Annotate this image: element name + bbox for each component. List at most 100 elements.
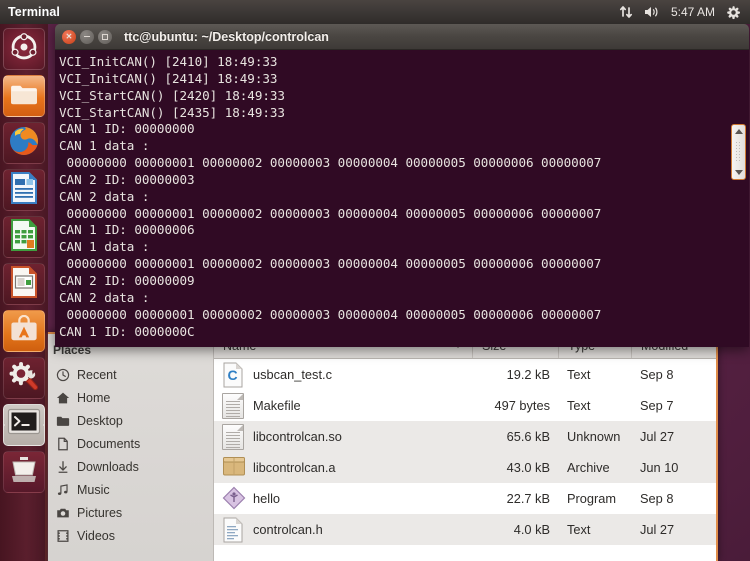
file-name: Makefile [253, 398, 301, 413]
sidebar-item-videos[interactable]: Videos [47, 524, 213, 547]
file-name-cell: libcontrolcan.a [214, 452, 473, 483]
table-row[interactable]: libcontrolcan.so 65.6 kB Unknown Jul 27 [214, 421, 716, 452]
launcher-item-firefox[interactable] [3, 122, 45, 164]
sidebar-item-label: Documents [77, 436, 141, 451]
camera-icon [55, 505, 70, 520]
top-panel: Terminal 5:47 AM [0, 0, 750, 24]
terminal-prompt-icon [7, 408, 41, 443]
terminal-title: ttc@ubuntu: ~/Desktop/controlcan [124, 29, 329, 44]
file-name: libcontrolcan.so [253, 429, 342, 444]
sidebar-item-label: Music [77, 482, 110, 497]
minimize-button[interactable] [80, 29, 94, 44]
sidebar-item-downloads[interactable]: Downloads [47, 455, 213, 478]
close-button[interactable]: ✕ [62, 29, 76, 44]
table-row[interactable]: controlcan.h 4.0 kB Text Jul 27 [214, 514, 716, 545]
home-icon [55, 390, 70, 405]
sidebar-item-documents[interactable]: Documents [47, 432, 213, 455]
file-name-cell: Makefile [214, 390, 473, 421]
terminal-output: VCI_InitCAN() [2410] 18:49:33 VCI_InitCA… [59, 54, 602, 339]
svg-text:C: C [227, 367, 237, 383]
sidebar-item-label: Desktop [77, 413, 123, 428]
scrollbar-thumb[interactable] [731, 124, 746, 180]
archive-box-icon [222, 455, 245, 481]
music-note-icon [55, 482, 70, 497]
file-size: 65.6 kB [506, 429, 550, 444]
table-row[interactable]: Makefile 497 bytes Text Sep 7 [214, 390, 716, 421]
file-manager-window: Places Recent Home Desktop Documents Dow… [45, 332, 718, 561]
file-name-cell: hello [214, 483, 473, 514]
terminal-scrollbar[interactable] [731, 50, 746, 347]
launcher-item-system-settings[interactable] [3, 357, 45, 399]
launcher-item-terminal[interactable] [3, 404, 45, 446]
ubuntu-logo-icon [10, 32, 38, 66]
file-type: Text [567, 522, 591, 537]
table-row[interactable]: libcontrolcan.a 43.0 kB Archive Jun 10 [214, 452, 716, 483]
launcher-item-writer[interactable] [3, 169, 45, 211]
header-file-icon [222, 517, 244, 543]
file-name-cell: controlcan.h [214, 514, 473, 545]
file-name-cell: libcontrolcan.so [214, 421, 473, 452]
sidebar-item-pictures[interactable]: Pictures [47, 501, 213, 524]
doc-lines [226, 400, 240, 419]
places-sidebar: Places Recent Home Desktop Documents Dow… [47, 334, 214, 561]
file-size: 22.7 kB [506, 491, 550, 506]
desktop-screen: Terminal 5:47 AM Places Recent Home Desk… [0, 0, 750, 561]
file-modified: Sep 8 [640, 491, 674, 506]
file-name: usbcan_test.c [253, 367, 332, 382]
file-size: 43.0 kB [506, 460, 550, 475]
clock-icon [55, 367, 70, 382]
table-row[interactable]: C usbcan_test.c 19.2 kB Text Sep 8 [214, 359, 716, 390]
launcher-item-software-center[interactable] [3, 310, 45, 352]
file-size: 19.2 kB [506, 367, 550, 382]
trash-bin-icon [8, 455, 40, 490]
table-row[interactable]: hello 22.7 kB Program Sep 8 [214, 483, 716, 514]
scroll-down-icon[interactable] [734, 170, 743, 175]
panel-indicators: 5:47 AM [619, 5, 750, 20]
launcher-item-files[interactable] [3, 75, 45, 117]
file-list-pane: Name Size Type Modified [214, 334, 716, 561]
launcher-item-ubuntu-dash[interactable] [3, 28, 45, 70]
terminal-titlebar[interactable]: ✕ ttc@ubuntu: ~/Desktop/controlcan [55, 24, 749, 50]
sidebar-item-label: Pictures [77, 505, 123, 520]
launcher-item-calc[interactable] [3, 216, 45, 258]
panel-app-title[interactable]: Terminal [8, 5, 60, 19]
desktop-folder-icon [55, 413, 70, 428]
sidebar-item-desktop[interactable]: Desktop [47, 409, 213, 432]
sidebar-item-label: Home [77, 390, 111, 405]
file-modified: Jun 10 [640, 460, 679, 475]
doc-lines [226, 431, 240, 450]
folder-icon [9, 82, 39, 111]
sidebar-item-music[interactable]: Music [47, 478, 213, 501]
file-name: libcontrolcan.a [253, 460, 336, 475]
file-type: Text [567, 367, 591, 382]
file-size: 497 bytes [494, 398, 551, 413]
launcher-item-trash[interactable] [3, 451, 45, 493]
terminal-window: ✕ ttc@ubuntu: ~/Desktop/controlcan VCI_I… [55, 24, 749, 347]
maximize-button[interactable] [98, 29, 112, 44]
file-type: Archive [567, 460, 610, 475]
file-name-cell: C usbcan_test.c [214, 359, 473, 390]
scrollbar-grip [735, 141, 742, 163]
executable-program-icon [222, 486, 246, 512]
sidebar-item-home[interactable]: Home [47, 386, 213, 409]
session-gear-icon[interactable] [726, 5, 741, 20]
file-type: Unknown [567, 429, 621, 444]
file-name: controlcan.h [253, 522, 323, 537]
file-name: hello [253, 491, 281, 506]
text-file-icon [222, 392, 244, 419]
firefox-icon [7, 124, 41, 163]
file-modified: Jul 27 [640, 429, 675, 444]
film-strip-icon [55, 528, 70, 543]
file-modified: Sep 8 [640, 367, 674, 382]
scroll-up-icon[interactable] [734, 129, 743, 134]
unknown-file-icon [222, 423, 244, 450]
gear-wrench-icon [8, 360, 40, 397]
terminal-body[interactable]: VCI_InitCAN() [2410] 18:49:33 VCI_InitCA… [55, 50, 749, 347]
launcher-item-impress[interactable] [3, 263, 45, 305]
spreadsheet-icon [11, 218, 37, 256]
volume-icon[interactable] [644, 5, 660, 19]
network-icon[interactable] [619, 5, 633, 19]
download-arrow-icon [55, 459, 70, 474]
clock[interactable]: 5:47 AM [671, 5, 715, 19]
sidebar-item-recent[interactable]: Recent [47, 363, 213, 386]
